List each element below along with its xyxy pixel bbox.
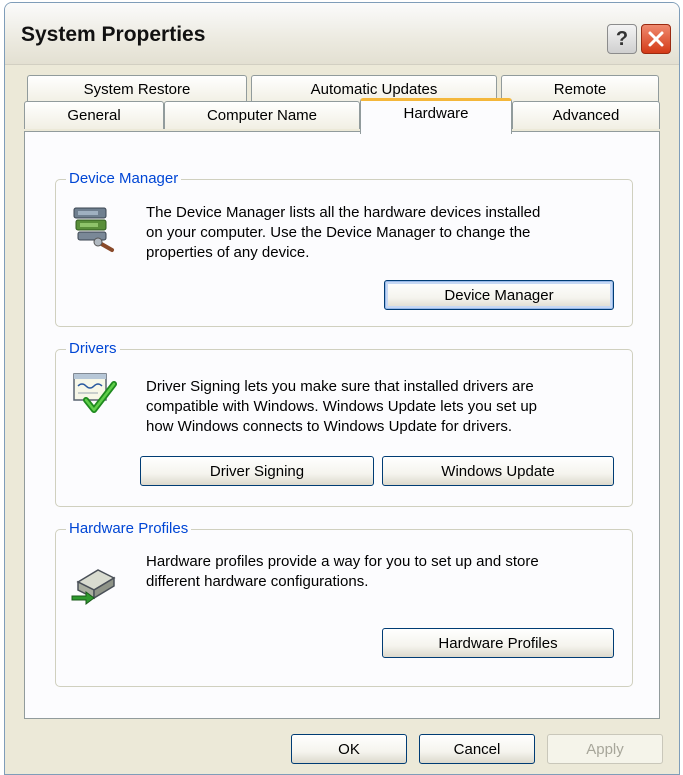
device-manager-button[interactable]: Device Manager xyxy=(384,280,614,310)
windows-update-button[interactable]: Windows Update xyxy=(382,456,614,486)
button-label: Windows Update xyxy=(441,462,555,480)
hardware-tab-panel: Device Manager The Device Manager lists … xyxy=(24,131,660,719)
tab-label: Remote xyxy=(553,81,607,98)
tab-label: Computer Name xyxy=(206,107,318,124)
device-manager-icon xyxy=(73,207,114,252)
device-manager-group: Device Manager The Device Manager lists … xyxy=(55,170,633,327)
description-line: Driver Signing lets you make sure that i… xyxy=(146,378,534,395)
tab-advanced[interactable]: Advanced xyxy=(512,101,660,129)
drivers-description: Driver Signing lets you make sure that i… xyxy=(146,377,537,437)
tab-system-restore[interactable]: System Restore xyxy=(27,75,247,103)
description-line: different hardware configurations. xyxy=(146,573,369,590)
device-manager-group-label: Device Manager xyxy=(66,170,182,187)
tab-hardware[interactable]: Hardware xyxy=(360,98,512,134)
tab-label: General xyxy=(67,107,121,124)
title-bar[interactable]: System Properties ? xyxy=(5,3,679,65)
button-label: Hardware Profiles xyxy=(438,634,558,652)
tab-label: Hardware xyxy=(403,105,469,122)
tab-computer-name[interactable]: Computer Name xyxy=(164,101,360,129)
button-label: Device Manager xyxy=(444,286,554,304)
description-line: on your computer. Use the Device Manager… xyxy=(146,224,531,241)
drivers-group-label: Drivers xyxy=(66,340,120,357)
description-line: compatible with Windows. Windows Update … xyxy=(146,398,538,415)
description-line: properties of any device. xyxy=(146,244,310,261)
hardware-profiles-icon xyxy=(71,569,116,605)
hardware-profiles-button[interactable]: Hardware Profiles xyxy=(382,628,614,658)
window-title: System Properties xyxy=(21,23,206,46)
system-properties-window: System Properties ? System Restore Autom… xyxy=(4,2,680,775)
button-label: Cancel xyxy=(453,740,501,758)
device-manager-description: The Device Manager lists all the hardwar… xyxy=(146,203,540,263)
help-button[interactable]: ? xyxy=(607,24,637,54)
tab-remote[interactable]: Remote xyxy=(501,75,659,103)
apply-button[interactable]: Apply xyxy=(547,734,663,764)
tab-label: Automatic Updates xyxy=(310,81,438,98)
close-button[interactable] xyxy=(641,24,671,54)
button-label: OK xyxy=(338,740,360,758)
close-icon xyxy=(648,31,664,47)
hardware-profiles-group: Hardware Profiles Hardware profiles prov… xyxy=(55,520,633,687)
description-line: how Windows connects to Windows Update f… xyxy=(146,418,512,435)
tab-label: Advanced xyxy=(552,107,620,124)
drivers-group: Drivers Driver Signing lets you make sur… xyxy=(55,340,633,507)
button-label: Driver Signing xyxy=(209,462,305,480)
help-icon: ? xyxy=(615,27,629,50)
hardware-profiles-group-label: Hardware Profiles xyxy=(66,520,192,537)
driver-signing-icon xyxy=(73,373,117,413)
cancel-button[interactable]: Cancel xyxy=(419,734,535,764)
button-label: Apply xyxy=(586,740,624,758)
ok-button[interactable]: OK xyxy=(291,734,407,764)
description-line: Hardware profiles provide a way for you … xyxy=(146,553,539,570)
hardware-profiles-description: Hardware profiles provide a way for you … xyxy=(146,552,539,592)
driver-signing-button[interactable]: Driver Signing xyxy=(140,456,374,486)
tab-label: System Restore xyxy=(83,81,191,98)
description-line: The Device Manager lists all the hardwar… xyxy=(146,204,541,221)
tab-general[interactable]: General xyxy=(24,101,164,129)
